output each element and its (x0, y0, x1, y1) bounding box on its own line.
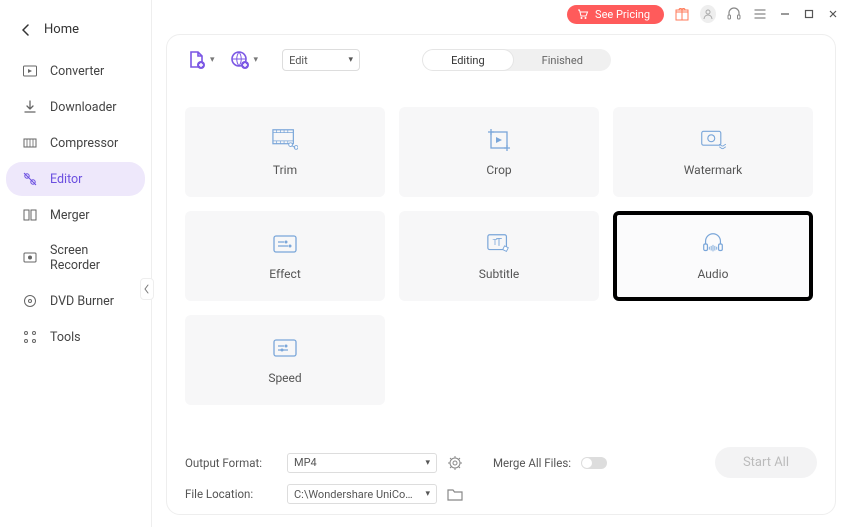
chevron-down-icon: ▾ (210, 55, 215, 65)
sidebar-item-downloader[interactable]: Downloader (6, 90, 145, 124)
sidebar-item-label: Downloader (50, 100, 117, 115)
output-format-value: MP4 (294, 456, 317, 469)
crop-icon (486, 127, 512, 153)
effect-icon (272, 231, 298, 257)
watermark-icon (700, 127, 726, 153)
output-format-select[interactable]: MP4 ▾ (287, 453, 437, 473)
tile-label: Speed (268, 371, 301, 385)
sidebar-item-editor[interactable]: Editor (6, 162, 145, 196)
footer-row-1: Output Format: MP4 ▾ Merge All Files: St… (185, 439, 817, 478)
tile-effect[interactable]: Effect (185, 211, 385, 301)
tile-crop[interactable]: Crop (399, 107, 599, 197)
file-location-label: File Location: (185, 487, 277, 501)
add-url-button[interactable]: ▾ (229, 49, 259, 71)
sidebar-item-screen-recorder[interactable]: Screen Recorder (6, 234, 145, 282)
close-button[interactable] (826, 7, 840, 21)
hamburger-icon[interactable] (752, 6, 768, 22)
sidebar-item-merger[interactable]: Merger (6, 198, 145, 232)
start-all-button[interactable]: Start All (715, 447, 817, 478)
tile-trim[interactable]: Trim (185, 107, 385, 197)
sidebar-item-label: Compressor (50, 136, 118, 151)
tile-speed[interactable]: Speed (185, 315, 385, 405)
add-file-button[interactable]: ▾ (185, 49, 215, 71)
chevron-down-icon: ▾ (425, 458, 430, 468)
content-card: ▾ ▾ Edit ▾ Editing Finished (166, 34, 836, 515)
see-pricing-button[interactable]: See Pricing (567, 5, 664, 24)
chevron-down-icon: ▾ (425, 489, 430, 499)
tile-subtitle[interactable]: T Subtitle (399, 211, 599, 301)
footer-row-2: File Location: C:\Wondershare UniConvert… (185, 484, 817, 504)
sidebar-item-tools[interactable]: Tools (6, 320, 145, 354)
sidebar-item-label: Merger (50, 208, 90, 223)
tile-label: Crop (486, 163, 511, 177)
tile-label: Watermark (684, 163, 743, 177)
tile-label: Audio (698, 267, 729, 281)
main: See Pricing ▾ (152, 0, 850, 527)
gift-icon[interactable] (674, 6, 690, 22)
edit-select[interactable]: Edit ▾ (282, 49, 360, 71)
merger-icon (22, 207, 38, 223)
folder-icon[interactable] (447, 487, 463, 501)
maximize-button[interactable] (802, 7, 816, 21)
screen-recorder-icon (22, 250, 38, 266)
tab-editing[interactable]: Editing (422, 49, 514, 71)
titlebar: See Pricing (152, 0, 850, 28)
converter-icon (22, 63, 38, 79)
settings-icon[interactable] (447, 455, 463, 471)
sidebar-item-dvd-burner[interactable]: DVD Burner (6, 284, 145, 318)
audio-icon (700, 231, 726, 257)
chevron-left-icon (22, 24, 30, 36)
avatar-icon[interactable] (700, 6, 716, 22)
collapse-sidebar-button[interactable] (140, 278, 154, 300)
tools-icon (22, 329, 38, 345)
svg-text:T: T (493, 238, 498, 248)
toolbar: ▾ ▾ Edit ▾ Editing Finished (185, 49, 817, 71)
file-location-value: C:\Wondershare UniConverter 1 (294, 488, 414, 501)
segment-control: Editing Finished (422, 49, 611, 71)
merge-toggle[interactable] (581, 457, 607, 469)
headset-icon[interactable] (726, 6, 742, 22)
sidebar-item-label: Tools (50, 330, 81, 345)
add-file-icon (185, 49, 207, 71)
edit-select-value: Edit (289, 54, 308, 67)
tab-finished[interactable]: Finished (514, 49, 611, 71)
tile-label: Trim (273, 163, 297, 177)
dvd-burner-icon (22, 293, 38, 309)
pricing-label: See Pricing (595, 8, 650, 21)
tile-audio[interactable]: Audio (613, 211, 813, 301)
merge-label: Merge All Files: (493, 456, 571, 470)
trim-icon (272, 127, 298, 153)
editor-icon (22, 171, 38, 187)
add-url-icon (229, 49, 251, 71)
tool-grid: Trim Crop Watermark Effect (185, 107, 817, 405)
sidebar-item-compressor[interactable]: Compressor (6, 126, 145, 160)
tile-label: Effect (269, 267, 301, 281)
sidebar-item-label: Converter (50, 64, 104, 79)
cart-icon (577, 8, 589, 20)
sidebar-item-converter[interactable]: Converter (6, 54, 145, 88)
sidebar-item-label: DVD Burner (50, 294, 114, 309)
compressor-icon (22, 135, 38, 151)
home-button[interactable]: Home (0, 12, 151, 53)
home-label: Home (44, 22, 79, 37)
chevron-down-icon: ▾ (254, 55, 259, 65)
sidebar: Home Converter Downloader Compressor Edi… (0, 0, 152, 527)
chevron-down-icon: ▾ (349, 55, 354, 65)
sidebar-item-label: Editor (50, 172, 82, 187)
file-location-select[interactable]: C:\Wondershare UniConverter 1 ▾ (287, 484, 437, 504)
output-format-label: Output Format: (185, 456, 277, 470)
sidebar-item-label: Screen Recorder (50, 243, 129, 273)
downloader-icon (22, 99, 38, 115)
subtitle-icon: T (486, 231, 512, 257)
minimize-button[interactable] (778, 7, 792, 21)
tile-watermark[interactable]: Watermark (613, 107, 813, 197)
tile-label: Subtitle (479, 267, 520, 281)
speed-icon (272, 335, 298, 361)
